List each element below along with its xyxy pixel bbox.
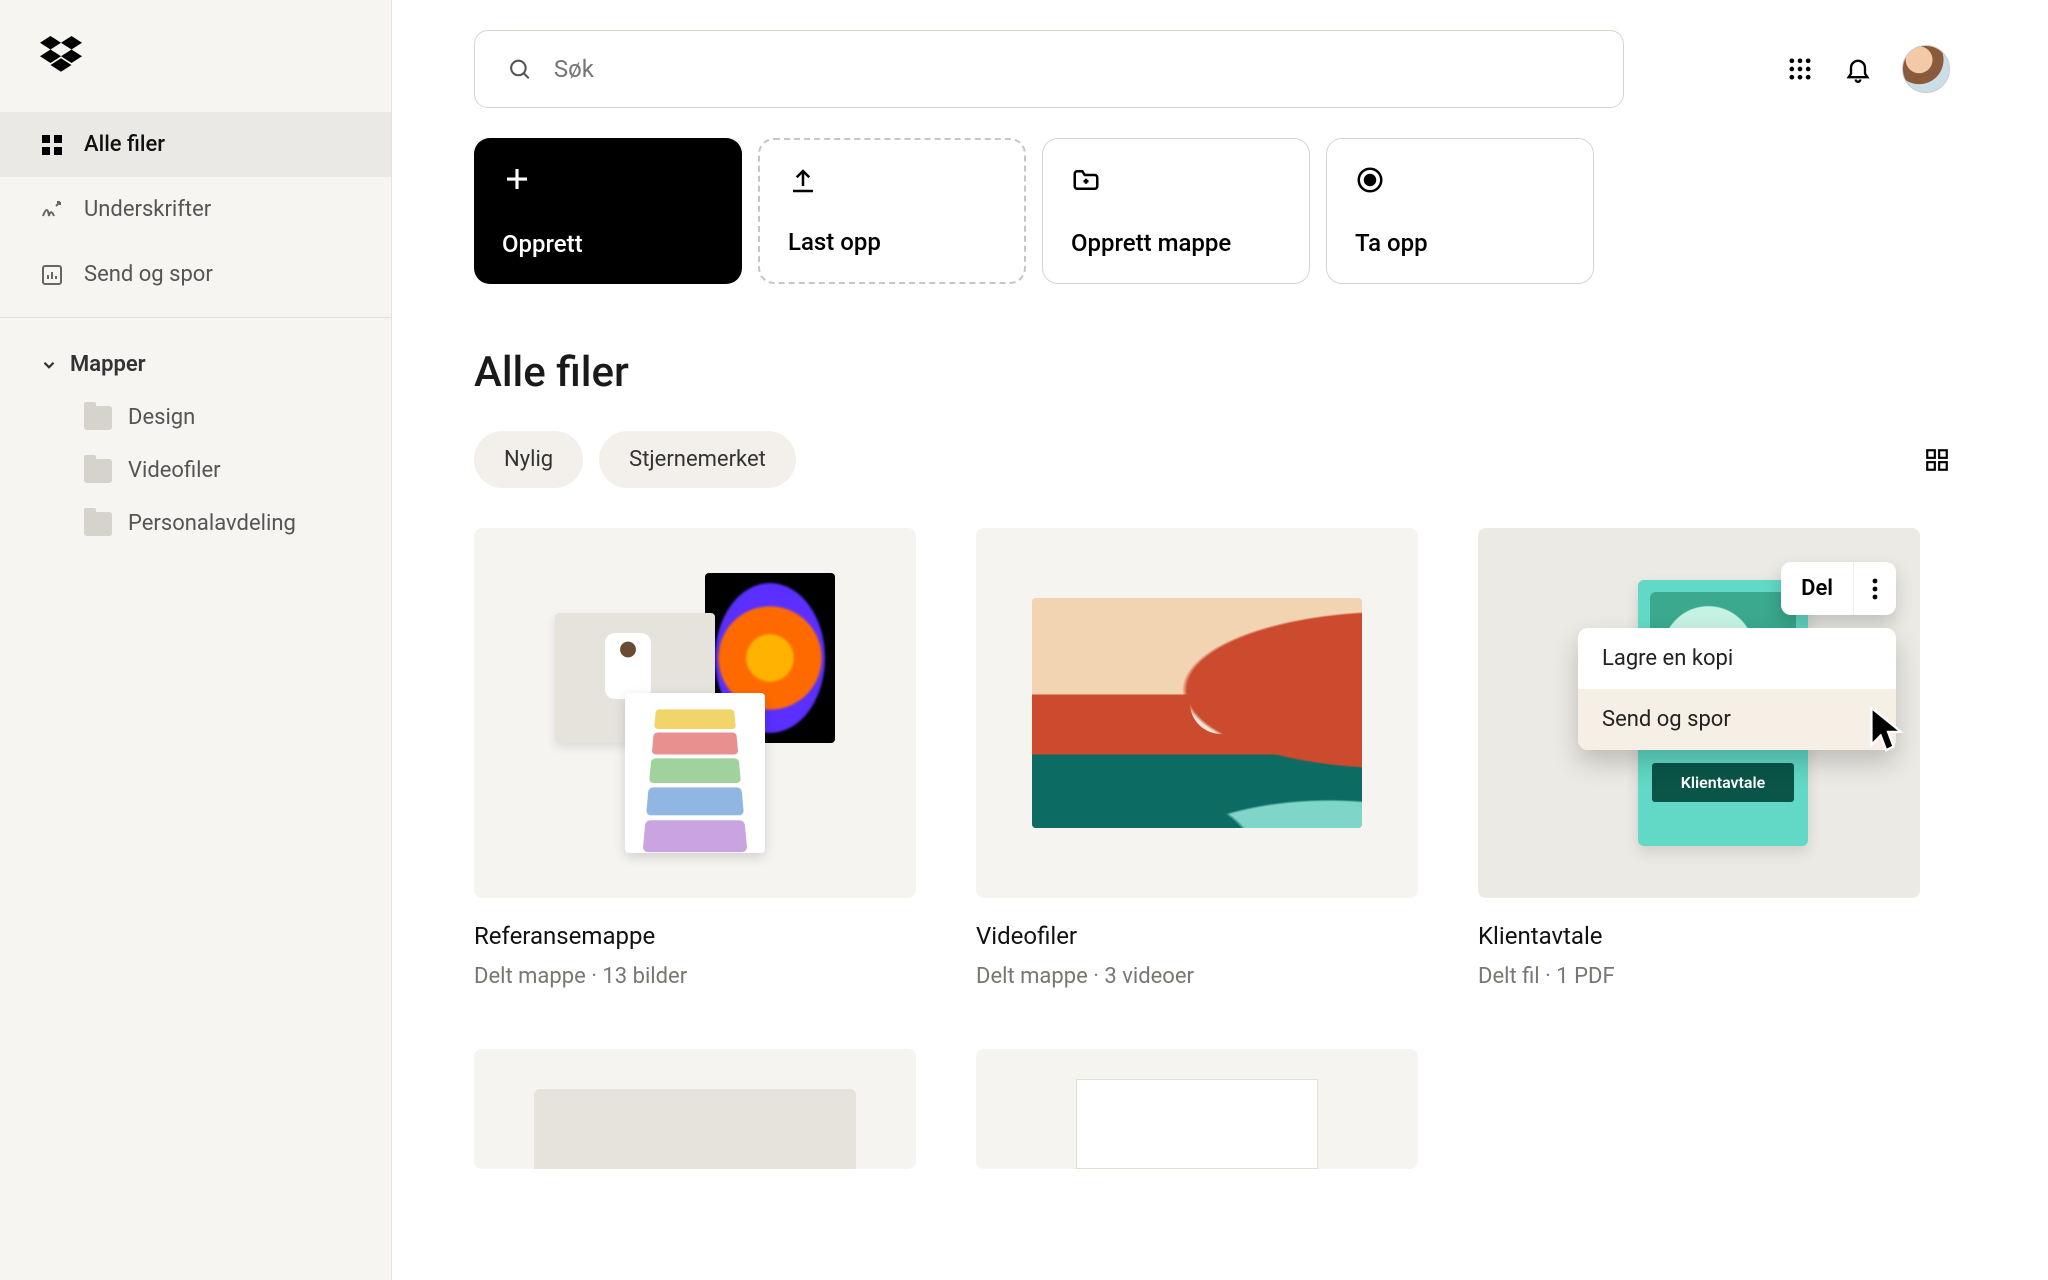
chip-starred[interactable]: Stjernemerket [599,431,796,488]
more-button[interactable] [1854,562,1896,615]
folder-icon [84,512,112,536]
card-klientavtale[interactable]: Klientavtale Del Lagre en kopi Send og s… [1478,528,1920,989]
search-box[interactable] [474,30,1624,108]
cursor-icon [1866,704,1910,756]
card-thumb [474,1049,916,1169]
page-title: Alle filer [474,348,1950,397]
search-icon [507,56,532,82]
record-button[interactable]: Ta opp [1326,138,1594,284]
plus-icon [502,164,532,194]
bell-icon[interactable] [1844,55,1872,83]
folder-item-hr[interactable]: Personalavdeling [0,497,391,550]
signature-icon [40,198,64,222]
record-icon [1355,165,1385,195]
more-vertical-icon [1872,578,1878,600]
card-videofiler[interactable]: Videofiler Delt mappe · 3 videoer [976,528,1418,989]
action-label: Opprett [502,230,714,258]
document-label: Klientavtale [1652,763,1794,802]
card-title: Klientavtale [1478,922,1920,950]
divider [0,317,391,318]
folders-header-label: Mapper [70,352,146,377]
menu-send-track[interactable]: Send og spor [1578,689,1896,750]
thumbnail-wave [1032,598,1362,828]
grid-view-icon[interactable] [1924,447,1950,473]
card-thumb [976,528,1418,898]
nav-label: Underskrifter [84,197,211,222]
nav-signatures[interactable]: Underskrifter [0,177,391,242]
action-label: Last opp [788,228,996,256]
filter-row: Nylig Stjernemerket [474,431,1950,488]
nav-send-track[interactable]: Send og spor [0,242,391,307]
apps-icon[interactable] [1786,55,1814,83]
folder-icon [84,406,112,430]
folder-plus-icon [1071,165,1101,195]
logo-wrap [0,36,391,112]
action-row: Opprett Last opp Opprett mappe Ta opp [474,138,1950,284]
card-thumb: Klientavtale Del Lagre en kopi Send og s… [1478,528,1920,898]
chart-icon [40,263,64,287]
folder-label: Design [128,405,195,430]
card-row2-2[interactable] [976,1049,1418,1169]
card-meta: Delt mappe · 3 videoer [976,964,1418,989]
card-row2-1[interactable] [474,1049,916,1169]
search-input[interactable] [554,55,1591,83]
card-meta: Delt mappe · 13 bilder [474,964,916,989]
dropbox-logo-icon[interactable] [40,36,82,72]
create-button[interactable]: Opprett [474,138,742,284]
main-content: Opprett Last opp Opprett mappe Ta opp Al… [392,0,2048,1280]
sidebar: Alle filer Underskrifter Send og spor Ma… [0,0,392,1280]
card-thumb [976,1049,1418,1169]
share-button[interactable]: Del [1781,562,1854,615]
folder-item-video[interactable]: Videofiler [0,444,391,497]
folder-icon [84,459,112,483]
share-strip: Del [1781,562,1896,615]
card-title: Videofiler [976,922,1418,950]
context-menu: Lagre en kopi Send og spor [1578,628,1896,750]
folder-item-design[interactable]: Design [0,391,391,444]
card-referansemappe[interactable]: Referansemappe Delt mappe · 13 bilder [474,528,916,989]
chip-recent[interactable]: Nylig [474,431,583,488]
upload-button[interactable]: Last opp [758,138,1026,284]
card-title: Referansemappe [474,922,916,950]
topbar [474,30,1950,108]
nav-label: Send og spor [84,262,213,287]
upload-icon [788,166,818,196]
nav-all-files[interactable]: Alle filer [0,112,391,177]
topbar-right [1786,45,1950,93]
action-label: Opprett mappe [1071,229,1281,257]
card-thumb [474,528,916,898]
folders-header[interactable]: Mapper [0,338,391,391]
create-folder-button[interactable]: Opprett mappe [1042,138,1310,284]
action-label: Ta opp [1355,229,1565,257]
folder-label: Personalavdeling [128,511,296,536]
file-grid: Referansemappe Delt mappe · 13 bilder Vi… [474,528,1950,1169]
grid-icon [40,133,64,157]
avatar[interactable] [1902,45,1950,93]
folder-label: Videofiler [128,458,221,483]
chevron-down-icon [40,356,58,374]
thumbnail-collage [555,573,835,853]
menu-save-copy[interactable]: Lagre en kopi [1578,628,1896,689]
nav-label: Alle filer [84,132,165,157]
card-meta: Delt fil · 1 PDF [1478,964,1920,989]
